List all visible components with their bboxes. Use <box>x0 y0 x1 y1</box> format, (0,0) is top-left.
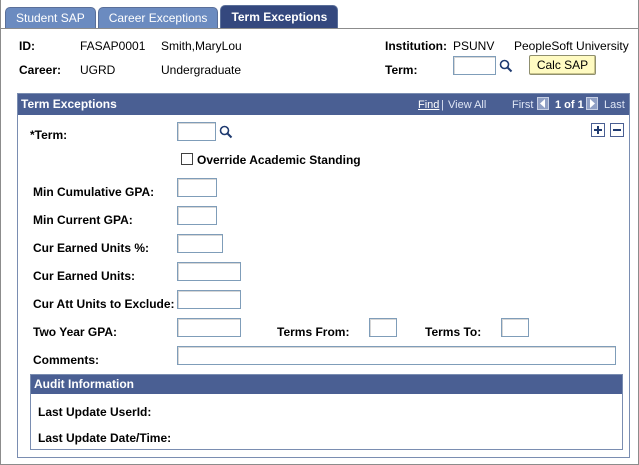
audit-information-header: Audit Information <box>31 375 622 394</box>
term-exception-lookup-icon[interactable] <box>219 125 233 139</box>
last-update-userid-label: Last Update UserId: <box>38 405 152 419</box>
career-description: Undergraduate <box>161 63 242 77</box>
tab-bar: Student SAP Career Exceptions Term Excep… <box>5 5 340 29</box>
plus-icon <box>594 126 602 134</box>
terms-to-input[interactable] <box>501 318 529 337</box>
min-current-gpa-input[interactable] <box>177 206 217 225</box>
override-academic-standing-label: Override Academic Standing <box>197 153 361 167</box>
last-label: Last <box>604 99 625 111</box>
terms-from-label: Terms From: <box>277 325 350 339</box>
add-row-button[interactable] <box>591 123 605 137</box>
cur-earned-units-pct-label: Cur Earned Units %: <box>33 241 150 255</box>
tab-career-exceptions[interactable]: Career Exceptions <box>97 7 219 29</box>
id-value: FASAP0001 <box>80 39 146 53</box>
term-input[interactable] <box>177 122 216 141</box>
cur-earned-units-input[interactable] <box>177 262 241 281</box>
delete-row-button[interactable] <box>610 123 624 137</box>
next-row-button[interactable] <box>586 97 598 110</box>
term-label: *Term: <box>30 128 68 142</box>
institution-label: Institution: <box>385 39 447 53</box>
tab-term-exceptions[interactable]: Term Exceptions <box>220 5 339 29</box>
arrow-right-icon <box>590 99 595 108</box>
career-code: UGRD <box>80 63 116 77</box>
comments-input[interactable] <box>177 346 616 365</box>
cur-earned-units-pct-input[interactable] <box>177 234 223 253</box>
career-label: Career: <box>19 63 62 77</box>
find-link[interactable]: Find <box>418 99 439 111</box>
student-name: Smith,MaryLou <box>161 39 242 53</box>
tab-student-sap[interactable]: Student SAP <box>5 7 96 29</box>
terms-from-input[interactable] <box>369 318 397 337</box>
comments-label: Comments: <box>33 353 100 367</box>
calc-sap-button[interactable]: Calc SAP <box>529 55 596 75</box>
first-label: First <box>512 99 534 111</box>
term-lookup-icon[interactable] <box>499 59 513 73</box>
cur-att-units-exclude-input[interactable] <box>177 290 241 309</box>
two-year-gpa-label: Two Year GPA: <box>33 325 118 339</box>
min-current-gpa-label: Min Current GPA: <box>33 213 133 227</box>
audit-information-title: Audit Information <box>34 377 134 391</box>
min-cumulative-gpa-input[interactable] <box>177 178 217 197</box>
id-label: ID: <box>19 39 35 53</box>
row-position: 1 of 1 <box>555 99 584 111</box>
last-update-datetime-label: Last Update Date/Time: <box>38 431 172 445</box>
two-year-gpa-input[interactable] <box>177 318 241 337</box>
header-term-label: Term: <box>385 63 418 77</box>
cur-att-units-exclude-label: Cur Att Units to Exclude: <box>33 297 175 311</box>
arrow-left-icon <box>540 99 545 108</box>
institution-name: PeopleSoft University <box>514 39 629 53</box>
previous-row-button[interactable] <box>537 97 549 110</box>
terms-to-label: Terms To: <box>425 325 482 339</box>
institution-code: PSUNV <box>453 39 495 53</box>
term-exceptions-header: Term Exceptions Find | View All First 1 … <box>18 94 629 115</box>
min-cumulative-gpa-label: Min Cumulative GPA: <box>33 185 155 199</box>
minus-icon <box>613 129 621 131</box>
header-term-input[interactable] <box>453 56 496 75</box>
override-academic-standing-checkbox[interactable] <box>181 153 193 165</box>
view-all-link[interactable]: View All <box>448 99 486 111</box>
term-exceptions-title: Term Exceptions <box>21 97 117 111</box>
nav-separator: | <box>441 99 444 111</box>
cur-earned-units-label: Cur Earned Units: <box>33 269 136 283</box>
tab-divider <box>0 28 639 29</box>
